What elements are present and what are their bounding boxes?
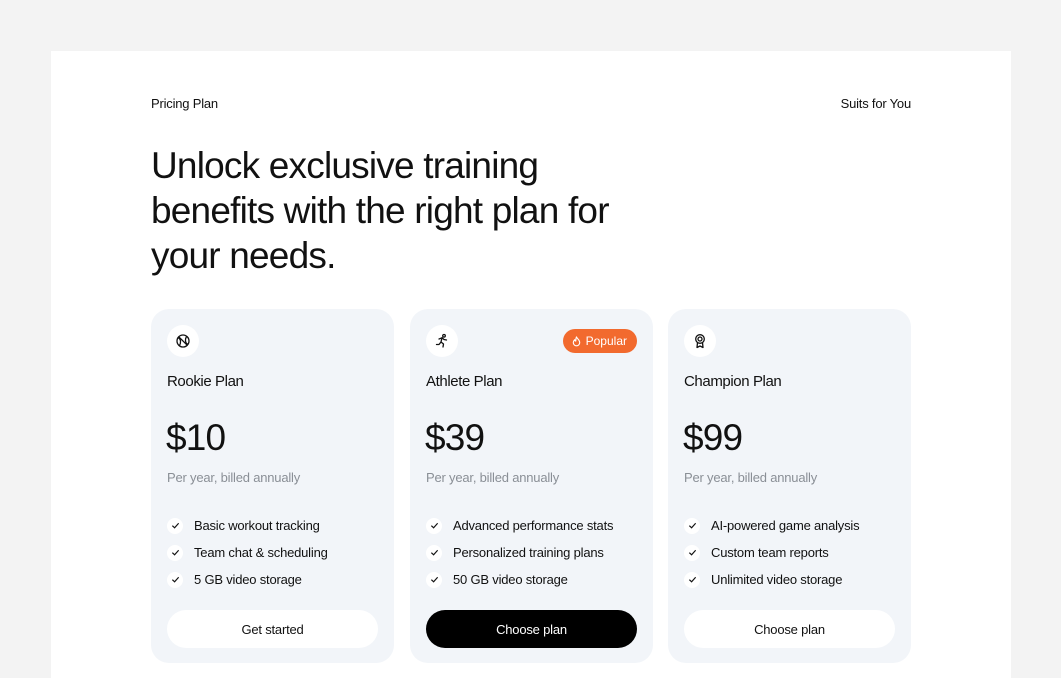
feature-item: Custom team reports	[684, 539, 859, 566]
feature-label: Personalized training plans	[453, 545, 604, 560]
check-icon	[167, 544, 183, 561]
check-icon	[426, 571, 442, 588]
medal-icon	[684, 325, 716, 357]
pricing-section: Pricing Plan Suits for You Unlock exclus…	[51, 51, 1011, 678]
feature-item: Personalized training plans	[426, 539, 613, 566]
feature-list: Basic workout tracking Team chat & sched…	[167, 512, 328, 593]
feature-label: Team chat & scheduling	[194, 545, 328, 560]
section-eyebrow: Pricing Plan	[151, 96, 218, 111]
feature-label: Unlimited video storage	[711, 572, 843, 587]
plan-card-rookie: Rookie Plan $10 Per year, billed annuall…	[151, 309, 394, 663]
plan-price: $10	[166, 417, 226, 458]
get-started-button[interactable]: Get started	[167, 610, 378, 648]
check-icon	[167, 517, 183, 534]
check-icon	[684, 544, 700, 561]
section-tagline: Suits for You	[840, 96, 912, 111]
billing-note: Per year, billed annually	[167, 470, 301, 485]
billing-note: Per year, billed annually	[426, 470, 560, 485]
check-icon	[426, 544, 442, 561]
pricing-cards: Rookie Plan $10 Per year, billed annuall…	[151, 309, 911, 663]
plan-card-champion: Champion Plan $99 Per year, billed annua…	[668, 309, 911, 663]
plan-name: Champion Plan	[684, 373, 782, 390]
running-person-icon	[426, 325, 458, 357]
feature-label: Basic workout tracking	[194, 518, 320, 533]
badge-label: Popular	[585, 334, 627, 348]
plan-name: Rookie Plan	[167, 373, 244, 390]
billing-note: Per year, billed annually	[684, 470, 818, 485]
feature-label: 50 GB video storage	[453, 572, 568, 587]
feature-label: Custom team reports	[711, 545, 829, 560]
feature-list: Advanced performance stats Personalized …	[426, 512, 613, 593]
feature-item: Advanced performance stats	[426, 512, 613, 539]
page-title: Unlock exclusive training benefits with …	[151, 145, 610, 276]
feature-label: 5 GB video storage	[194, 572, 302, 587]
check-icon	[426, 517, 442, 534]
feature-label: Advanced performance stats	[453, 518, 614, 533]
plan-card-athlete: Popular Athlete Plan $39 Per year, bille…	[410, 309, 653, 663]
choose-plan-button[interactable]: Choose plan	[426, 610, 637, 648]
plan-price: $99	[683, 417, 743, 458]
feature-item: 50 GB video storage	[426, 566, 613, 593]
check-icon	[167, 571, 183, 588]
feature-item: Unlimited video storage	[684, 566, 859, 593]
check-icon	[684, 517, 700, 534]
popular-badge: Popular	[562, 329, 637, 353]
feature-item: 5 GB video storage	[167, 566, 328, 593]
choose-plan-button[interactable]: Choose plan	[684, 610, 895, 648]
feature-item: Team chat & scheduling	[167, 539, 328, 566]
feature-label: AI-powered game analysis	[711, 518, 860, 533]
feature-list: AI-powered game analysis Custom team rep…	[684, 512, 860, 593]
flame-icon	[572, 335, 580, 346]
basketball-icon	[167, 325, 199, 357]
plan-name: Athlete Plan	[426, 373, 503, 390]
feature-item: Basic workout tracking	[167, 512, 328, 539]
feature-item: AI-powered game analysis	[684, 512, 860, 539]
plan-price: $39	[425, 417, 485, 458]
check-icon	[684, 571, 700, 588]
